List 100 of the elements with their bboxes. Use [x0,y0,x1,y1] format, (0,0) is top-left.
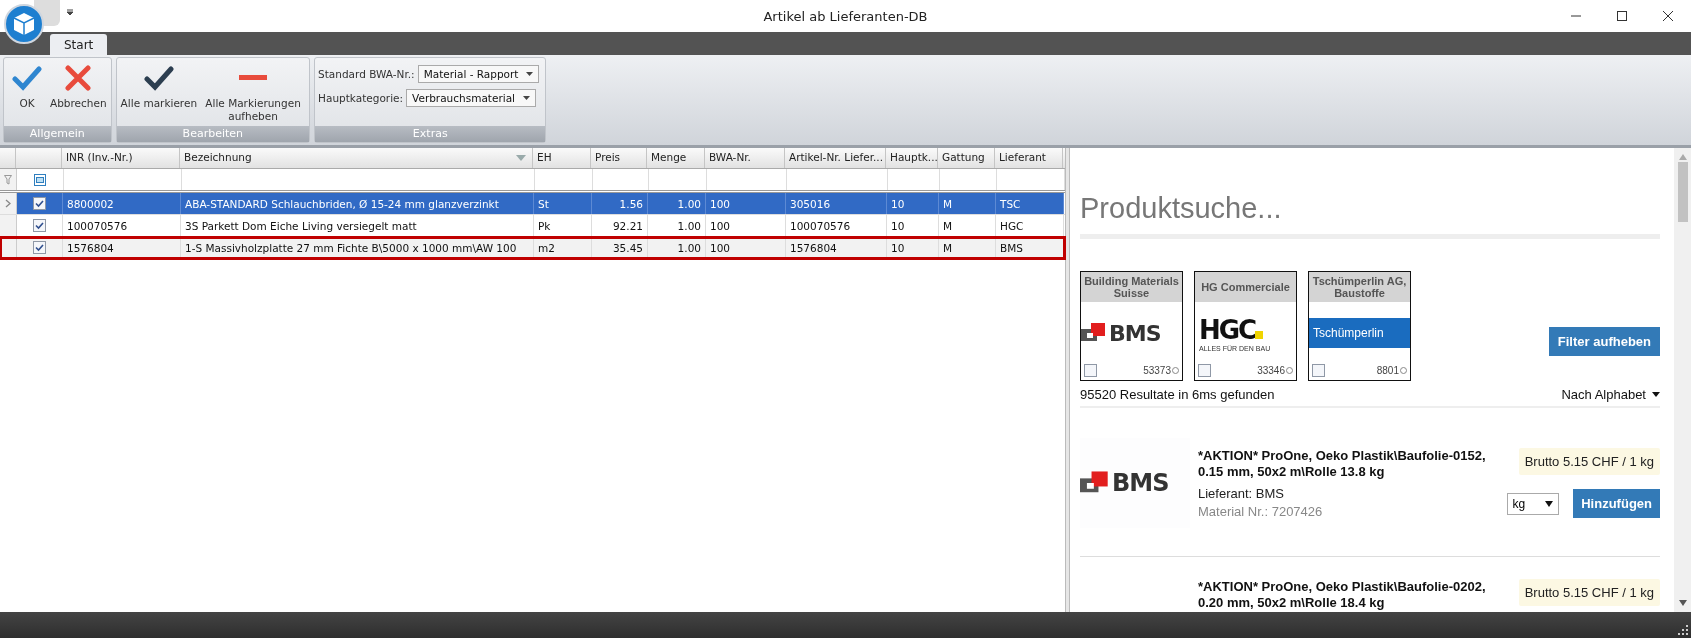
checkbox[interactable] [1084,364,1097,377]
material-number: Material Nr.: 7207426 [1198,503,1324,519]
window-title: Artikel ab Lieferanten-DB [763,8,928,24]
table-row[interactable]: 1576804 1-S Massivholzplatte 27 mm Fichte B\5000 x 1000 mm\AW 100 m2 35.45 1.00 100 1576804 10 M BMS [0,237,1065,259]
supplier-card[interactable]: Tschümperlin AG, Baustoffe Tschümperlin 8801 [1308,271,1411,381]
checkbox[interactable] [1312,364,1325,377]
column-header[interactable]: Gattung [938,148,995,168]
sort-arrow-icon[interactable] [516,155,526,161]
caret-icon [526,72,534,76]
table-cell: Pk [538,219,551,232]
table-cell: 1576804 [790,241,837,254]
dropdown[interactable]: Material - Rapport [417,65,540,83]
unit-dropdown[interactable]: kg [1506,492,1560,515]
checkbox[interactable] [33,197,46,210]
table-cell: m2 [538,241,555,254]
table-cell: 3S Parkett Dom Eiche Living versiegelt matt [185,219,417,232]
table-cell: M [943,197,953,210]
column-header[interactable]: Hauptk... [886,148,938,168]
row-indicator-icon [5,199,11,208]
column-header[interactable]: Lieferant [995,148,1063,168]
scroll-thumb[interactable] [1677,162,1688,222]
group-label: Extras [315,126,546,142]
checkbox[interactable] [1198,364,1211,377]
checkmark-icon [143,65,174,91]
scrollbar[interactable] [1674,148,1691,612]
search-heading: Produktsuche... [1080,192,1660,239]
ribbon-button[interactable]: Alle Markierungen aufheben [201,62,306,126]
cross-icon [65,65,92,91]
table-cell: 1.00 [677,197,701,210]
column-header[interactable]: EH [533,148,591,168]
sort-dropdown[interactable]: Nach Alphabet [1561,387,1660,402]
group-label: Bearbeiten [116,126,310,142]
clear-filter-button[interactable]: Filter aufheben [1548,327,1660,356]
ribbon-button[interactable]: OK [8,62,46,126]
group-label: Allgemein [4,126,111,142]
table-row[interactable]: 8800002 ABA-STANDARD Schlauchbriden, Ø 15-24 mm glanzverzinkt St 1.56 1.00 100 305016 10 M TSC [0,193,1065,215]
ribbon-button[interactable]: Abbrechen [50,62,107,126]
table-cell: ABA-STANDARD Schlauchbriden, Ø 15-24 mm glanzverzinkt [185,197,499,210]
checkmark-icon [12,65,42,91]
table-cell: TSC [1000,197,1021,210]
table-cell: BMS [1000,241,1023,254]
table-cell: M [943,241,953,254]
dropdown-icon[interactable] [66,8,74,16]
caret-icon [1545,500,1554,507]
results-summary: 95520 Resultate in 6ms gefunden [1080,387,1275,402]
column-header[interactable]: Preis [591,148,647,168]
table-cell: 35.45 [612,241,643,254]
dropdown[interactable]: Verbrauchsmaterial [406,89,536,107]
table-cell: 8800002 [67,197,114,210]
select-all-icon[interactable] [34,173,46,186]
price-tag: Brutto 5.15 CHF / 1 kg [1518,579,1660,606]
table-cell: HGC [1000,219,1024,232]
ribbon-tab[interactable]: Start [50,34,108,55]
table-cell: 92.21 [612,219,643,232]
app-logo-icon[interactable] [4,4,44,44]
column-header[interactable]: BWA-Nr. [705,148,785,168]
minus-icon [239,75,268,80]
add-button[interactable]: Hinzufügen [1573,489,1660,518]
column-header[interactable]: INR (Inv.-Nr.) [62,148,180,168]
info-icon [1172,367,1179,374]
price-tag: Brutto 5.15 CHF / 1 kg [1518,448,1660,475]
table-cell: 100070576 [67,219,128,232]
table-cell: 1576804 [67,241,114,254]
table-cell: 10 [891,241,905,254]
field-label: Hauptkategorie: [318,92,404,104]
row-header[interactable] [0,193,17,214]
table-cell: 1.00 [677,219,701,232]
table-cell: 100070576 [790,219,851,232]
product-name: *AKTION* ProOne, Oeko Plastik\Baufolie-0152, 0.15 mm, 50x2 m\Rolle 13.8 kg [1198,447,1487,480]
supplier-logo: BMS [1081,320,1161,346]
product-name: *AKTION* ProOne, Oeko Plastik\Baufolie-0202, 0.20 mm, 50x2 m\Rolle 18.4 kg [1198,579,1487,611]
table-cell: 10 [891,197,905,210]
info-icon [1400,367,1407,374]
result-count: 33346 [1257,365,1293,376]
column-header[interactable]: Menge [647,148,705,168]
checkbox[interactable] [33,241,46,254]
table-cell: 1.00 [677,241,701,254]
field-label: Standard BWA-Nr.: [318,68,415,80]
scroll-up-icon[interactable] [1678,154,1687,160]
table-cell: 100 [710,241,731,254]
table-cell: St [538,197,549,210]
filter-icon[interactable] [4,174,12,185]
table-cell: 100 [710,219,731,232]
supplier-card[interactable]: Building Materials Suisse BMS 53373 [1080,271,1183,381]
result-count: 8801 [1376,365,1407,376]
ribbon-button[interactable]: Alle markieren [120,62,198,126]
column-header[interactable]: Artikel-Nr. Liefer... [785,148,886,168]
table-cell: 10 [891,219,905,232]
checkbox[interactable] [33,219,46,232]
result-count: 53373 [1143,365,1179,376]
table-cell: 1-S Massivholzplatte 27 mm Fichte B\5000 x 1000 mm\AW 100 [185,241,517,254]
table-cell: 305016 [790,197,831,210]
table-cell: M [943,219,953,232]
scroll-down-icon[interactable] [1678,600,1687,606]
column-header[interactable]: Bezeichnung [180,148,533,168]
resize-grip-icon[interactable] [1678,625,1688,635]
info-icon [1286,367,1293,374]
supplier-logo: Tschümperlin [1309,318,1410,348]
caret-icon [1652,392,1660,397]
table-cell: 100 [710,197,731,210]
